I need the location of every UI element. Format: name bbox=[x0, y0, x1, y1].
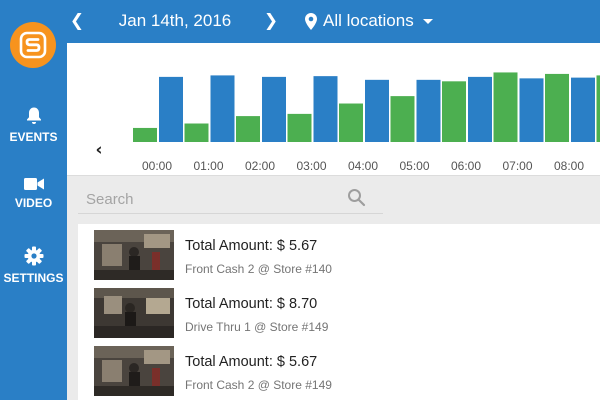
search-input[interactable] bbox=[86, 188, 341, 210]
date-label[interactable]: Jan 14th, 2016 bbox=[88, 10, 262, 32]
nav-video-label: VIDEO bbox=[14, 196, 53, 210]
search-bar bbox=[78, 184, 383, 214]
location-pin-icon bbox=[305, 12, 317, 30]
histogram-tick-label: 05:00 bbox=[399, 159, 429, 173]
gear-icon bbox=[24, 246, 43, 266]
event-row[interactable]: Total Amount: $ 5.67 Front Cash 2 @ Stor… bbox=[78, 224, 600, 280]
histogram-bar-blue-00:00[interactable] bbox=[159, 76, 183, 142]
previous-day-button[interactable]: ❮ bbox=[67, 9, 87, 33]
histogram-bar-green-00:00[interactable] bbox=[133, 127, 157, 142]
nav-events-label: EVENTS bbox=[9, 130, 58, 144]
histogram-tick-label: 02:00 bbox=[245, 159, 275, 173]
histogram-bar-blue-01:00[interactable] bbox=[210, 75, 235, 142]
histogram-bar-green-08:00[interactable] bbox=[545, 73, 569, 142]
histogram-bar-green-05:00[interactable] bbox=[390, 96, 415, 142]
app-logo[interactable] bbox=[10, 22, 56, 68]
bell-icon bbox=[26, 107, 41, 124]
event-amount: Total Amount: $ 8.70 bbox=[185, 296, 318, 312]
top-bar: ❮ Jan 14th, 2016 ❯ All locations bbox=[0, 0, 600, 43]
search-icon[interactable] bbox=[347, 188, 367, 208]
histogram-bar-green-07:00[interactable] bbox=[493, 72, 518, 142]
nav-video[interactable]: VIDEO bbox=[0, 177, 67, 210]
location-label: All locations bbox=[323, 11, 414, 30]
histogram-tick-label: 06:00 bbox=[451, 159, 481, 173]
event-location: Front Cash 2 @ Store #140 bbox=[185, 262, 332, 276]
event-list: Total Amount: $ 5.67 Front Cash 2 @ Stor… bbox=[78, 224, 600, 400]
nav-settings-label: SETTINGS bbox=[3, 271, 64, 285]
histogram-bar-blue-03:00[interactable] bbox=[313, 76, 338, 142]
chart-scroll-left-button[interactable]: ‹ bbox=[89, 139, 109, 161]
histogram-bar-blue-04:00[interactable] bbox=[365, 79, 389, 142]
event-amount: Total Amount: $ 5.67 bbox=[185, 238, 318, 254]
event-row[interactable]: Total Amount: $ 5.67 Front Cash 2 @ Stor… bbox=[78, 340, 600, 396]
sidebar: EVENTS VIDEO SETTINGS bbox=[0, 0, 67, 400]
histogram-bar-green-06:00[interactable] bbox=[442, 81, 466, 142]
histogram-bar-green-02:00[interactable] bbox=[236, 116, 260, 142]
histogram-tick-label: 04:00 bbox=[348, 159, 378, 173]
location-dropdown[interactable]: All locations bbox=[305, 9, 433, 33]
histogram-tick-label: 01:00 bbox=[193, 159, 223, 173]
histogram-bar-blue-05:00[interactable] bbox=[416, 79, 441, 142]
video-camera-icon bbox=[23, 178, 44, 190]
histogram-tick-label: 07:00 bbox=[502, 159, 532, 173]
dropdown-caret-icon bbox=[422, 18, 433, 24]
histogram-svg: 00:00 01:00 02:00 03:00 04:00 05:00 06:00 07:00… bbox=[133, 72, 600, 173]
histogram-bar-green-03:00[interactable] bbox=[287, 113, 312, 142]
next-day-button[interactable]: ❯ bbox=[261, 9, 281, 33]
histogram-bar-blue-08:00[interactable] bbox=[571, 77, 595, 142]
event-thumbnail[interactable] bbox=[94, 346, 174, 396]
histogram-tick-label: 00:00 bbox=[142, 159, 172, 173]
nav-events[interactable]: EVENTS bbox=[0, 106, 67, 144]
histogram-bar-green-04:00[interactable] bbox=[339, 103, 363, 142]
event-row[interactable]: Total Amount: $ 8.70 Drive Thru 1 @ Stor… bbox=[78, 282, 600, 338]
histogram-tick-label: 08:00 bbox=[554, 159, 584, 173]
event-location: Front Cash 2 @ Store #149 bbox=[185, 378, 332, 392]
histogram-tick-label: 03:00 bbox=[296, 159, 326, 173]
event-thumbnail[interactable] bbox=[94, 288, 174, 338]
event-location: Drive Thru 1 @ Store #149 bbox=[185, 320, 329, 334]
event-thumbnail[interactable] bbox=[94, 230, 174, 280]
event-amount: Total Amount: $ 5.67 bbox=[185, 354, 318, 370]
logo-mark-icon bbox=[19, 31, 47, 59]
histogram-bar-blue-06:00[interactable] bbox=[468, 76, 492, 142]
histogram-bar-green-partial[interactable] bbox=[596, 75, 600, 142]
nav-settings[interactable]: SETTINGS bbox=[0, 246, 67, 285]
histogram-bar-blue-07:00[interactable] bbox=[519, 78, 544, 142]
histogram-bar-green-01:00[interactable] bbox=[184, 123, 209, 143]
histogram-bar-blue-02:00[interactable] bbox=[262, 76, 286, 142]
events-histogram[interactable]: 00:00 01:00 02:00 03:00 04:00 05:00 06:00 07:00… bbox=[67, 43, 600, 176]
